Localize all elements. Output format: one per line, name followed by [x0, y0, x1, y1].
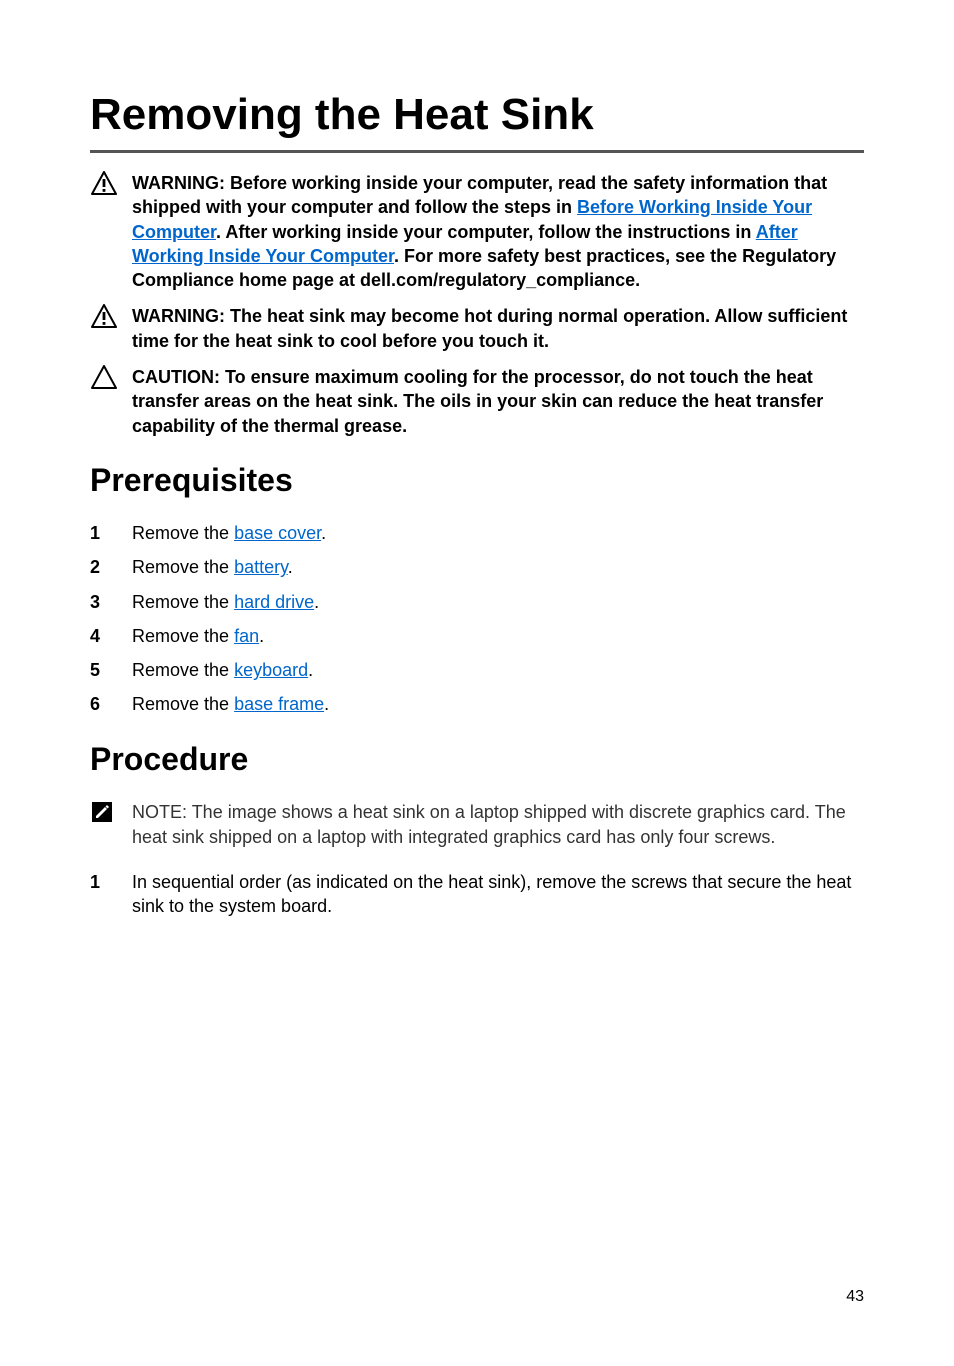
- list-lead-text: Remove the: [132, 626, 234, 646]
- list-number: 3: [90, 590, 108, 614]
- caution-triangle-outline-icon: [90, 365, 118, 438]
- list-item: 3 Remove the hard drive.: [90, 590, 864, 614]
- procedure-heading: Procedure: [90, 741, 864, 778]
- warning-triangle-filled-icon: [90, 171, 118, 292]
- list-lead-text: Remove the: [132, 557, 234, 577]
- list-item: 1 Remove the base cover.: [90, 521, 864, 545]
- caution-text: CAUTION: To ensure maximum cooling for t…: [132, 365, 864, 438]
- list-item: 2 Remove the battery.: [90, 555, 864, 579]
- warning-hot-text: WARNING: The heat sink may become hot du…: [132, 304, 864, 353]
- procedure-step-text: In sequential order (as indicated on the…: [132, 870, 864, 919]
- note-body: The image shows a heat sink on a laptop …: [132, 802, 846, 847]
- list-lead-text: Remove the: [132, 523, 234, 543]
- warning-hot: WARNING: The heat sink may become hot du…: [90, 304, 864, 353]
- list-number: 1: [90, 870, 108, 919]
- link-base-frame[interactable]: base frame: [234, 694, 324, 714]
- period: .: [324, 694, 329, 714]
- procedure-list: 1 In sequential order (as indicated on t…: [90, 870, 864, 919]
- note-pencil-icon: [90, 800, 118, 850]
- link-keyboard[interactable]: keyboard: [234, 660, 308, 680]
- period: .: [321, 523, 326, 543]
- list-number: 6: [90, 692, 108, 716]
- list-item: 1 In sequential order (as indicated on t…: [90, 870, 864, 919]
- page-number: 43: [846, 1288, 864, 1306]
- list-number: 1: [90, 521, 108, 545]
- link-hard-drive[interactable]: hard drive: [234, 592, 314, 612]
- prerequisites-heading: Prerequisites: [90, 462, 864, 499]
- list-number: 4: [90, 624, 108, 648]
- period: .: [288, 557, 293, 577]
- warning-safety: WARNING: Before working inside your comp…: [90, 171, 864, 292]
- link-base-cover[interactable]: base cover: [234, 523, 321, 543]
- list-item: 4 Remove the fan.: [90, 624, 864, 648]
- note-text: NOTE: The image shows a heat sink on a l…: [132, 800, 864, 850]
- list-item: 6 Remove the base frame.: [90, 692, 864, 716]
- link-battery[interactable]: battery: [234, 557, 288, 577]
- period: .: [314, 592, 319, 612]
- warning-safety-text: WARNING: Before working inside your comp…: [132, 171, 864, 292]
- warning-triangle-filled-icon: [90, 304, 118, 353]
- list-lead-text: Remove the: [132, 592, 234, 612]
- note-label: NOTE:: [132, 802, 192, 822]
- list-lead-text: Remove the: [132, 660, 234, 680]
- caution-cooling: CAUTION: To ensure maximum cooling for t…: [90, 365, 864, 438]
- list-lead-text: Remove the: [132, 694, 234, 714]
- list-number: 2: [90, 555, 108, 579]
- list-number: 5: [90, 658, 108, 682]
- link-fan[interactable]: fan: [234, 626, 259, 646]
- note-callout: NOTE: The image shows a heat sink on a l…: [90, 800, 864, 850]
- page-title: Removing the Heat Sink: [90, 90, 864, 153]
- period: .: [308, 660, 313, 680]
- warning-text-segment: . After working inside your computer, fo…: [216, 222, 756, 242]
- period: .: [259, 626, 264, 646]
- list-item: 5 Remove the keyboard.: [90, 658, 864, 682]
- prerequisites-list: 1 Remove the base cover. 2 Remove the ba…: [90, 521, 864, 717]
